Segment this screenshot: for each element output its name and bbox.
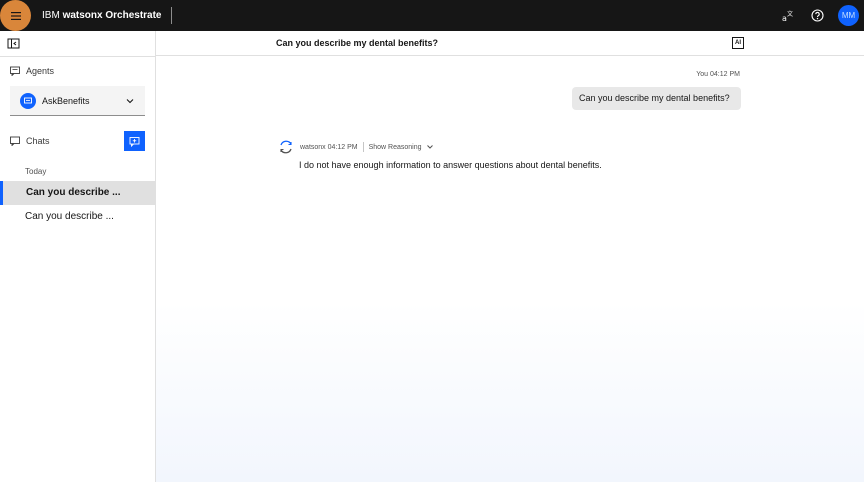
top-header: IBM watsonx Orchestrate a 文 MM xyxy=(0,0,864,31)
user-message-bubble: Can you describe my dental benefits? xyxy=(572,87,741,110)
agents-label: Agents xyxy=(26,66,55,76)
chevron-down-icon xyxy=(126,99,134,104)
meta-separator xyxy=(362,142,364,152)
brand-name: watsonx Orchestrate xyxy=(62,10,162,21)
user-message-meta: You 04:12 PM xyxy=(696,71,740,78)
sidebar: Agents AskBenefits Chats Today Can you d… xyxy=(0,31,156,482)
sidebar-divider xyxy=(0,56,155,57)
translate-icon: a 文 xyxy=(782,10,793,22)
show-reasoning-toggle[interactable]: Show Reasoning xyxy=(369,144,422,151)
ai-label-badge[interactable]: AI xyxy=(732,37,744,49)
help-button[interactable] xyxy=(809,7,826,24)
chats-section-label: Chats xyxy=(10,136,50,146)
assistant-meta-text: watsonx 04:12 PM xyxy=(300,143,358,151)
assistant-message-text: I do not have enough information to answ… xyxy=(299,160,602,170)
agents-section-label: Agents xyxy=(10,66,54,76)
new-chat-icon xyxy=(129,136,140,147)
help-icon xyxy=(811,9,824,22)
chat-main-area: Can you describe my dental benefits? AI … xyxy=(156,31,864,482)
collapse-sidebar-button[interactable] xyxy=(7,37,20,50)
translate-button[interactable]: a 文 xyxy=(779,7,796,24)
hamburger-icon xyxy=(10,11,21,20)
hamburger-menu-button[interactable] xyxy=(0,0,31,31)
sidebar-collapse-icon xyxy=(7,38,20,49)
chat-history-item[interactable]: Can you describe ... xyxy=(0,181,155,205)
agent-avatar-icon xyxy=(20,92,36,109)
new-chat-button[interactable] xyxy=(124,131,145,151)
user-avatar[interactable]: MM xyxy=(838,5,859,26)
chat-group-label: Today xyxy=(25,167,47,176)
selected-agent-name: AskBenefits xyxy=(42,95,90,106)
header-divider xyxy=(171,7,172,24)
agents-icon xyxy=(10,66,20,76)
product-name[interactable]: IBM watsonx Orchestrate xyxy=(42,0,162,31)
agent-dropdown[interactable]: AskBenefits xyxy=(10,86,145,116)
svg-text:文: 文 xyxy=(787,10,793,18)
chevron-down-icon[interactable] xyxy=(426,143,434,151)
assistant-message-meta: watsonx 04:12 PM Show Reasoning xyxy=(278,139,434,155)
watsonx-logo-icon xyxy=(280,140,292,154)
conversation-header: Can you describe my dental benefits? AI xyxy=(156,31,864,56)
chats-icon xyxy=(10,136,20,146)
conversation-title: Can you describe my dental benefits? xyxy=(276,38,439,48)
chat-history-item[interactable]: Can you describe ... xyxy=(0,205,155,229)
brand-prefix: IBM xyxy=(42,10,60,21)
chats-label: Chats xyxy=(26,136,50,146)
